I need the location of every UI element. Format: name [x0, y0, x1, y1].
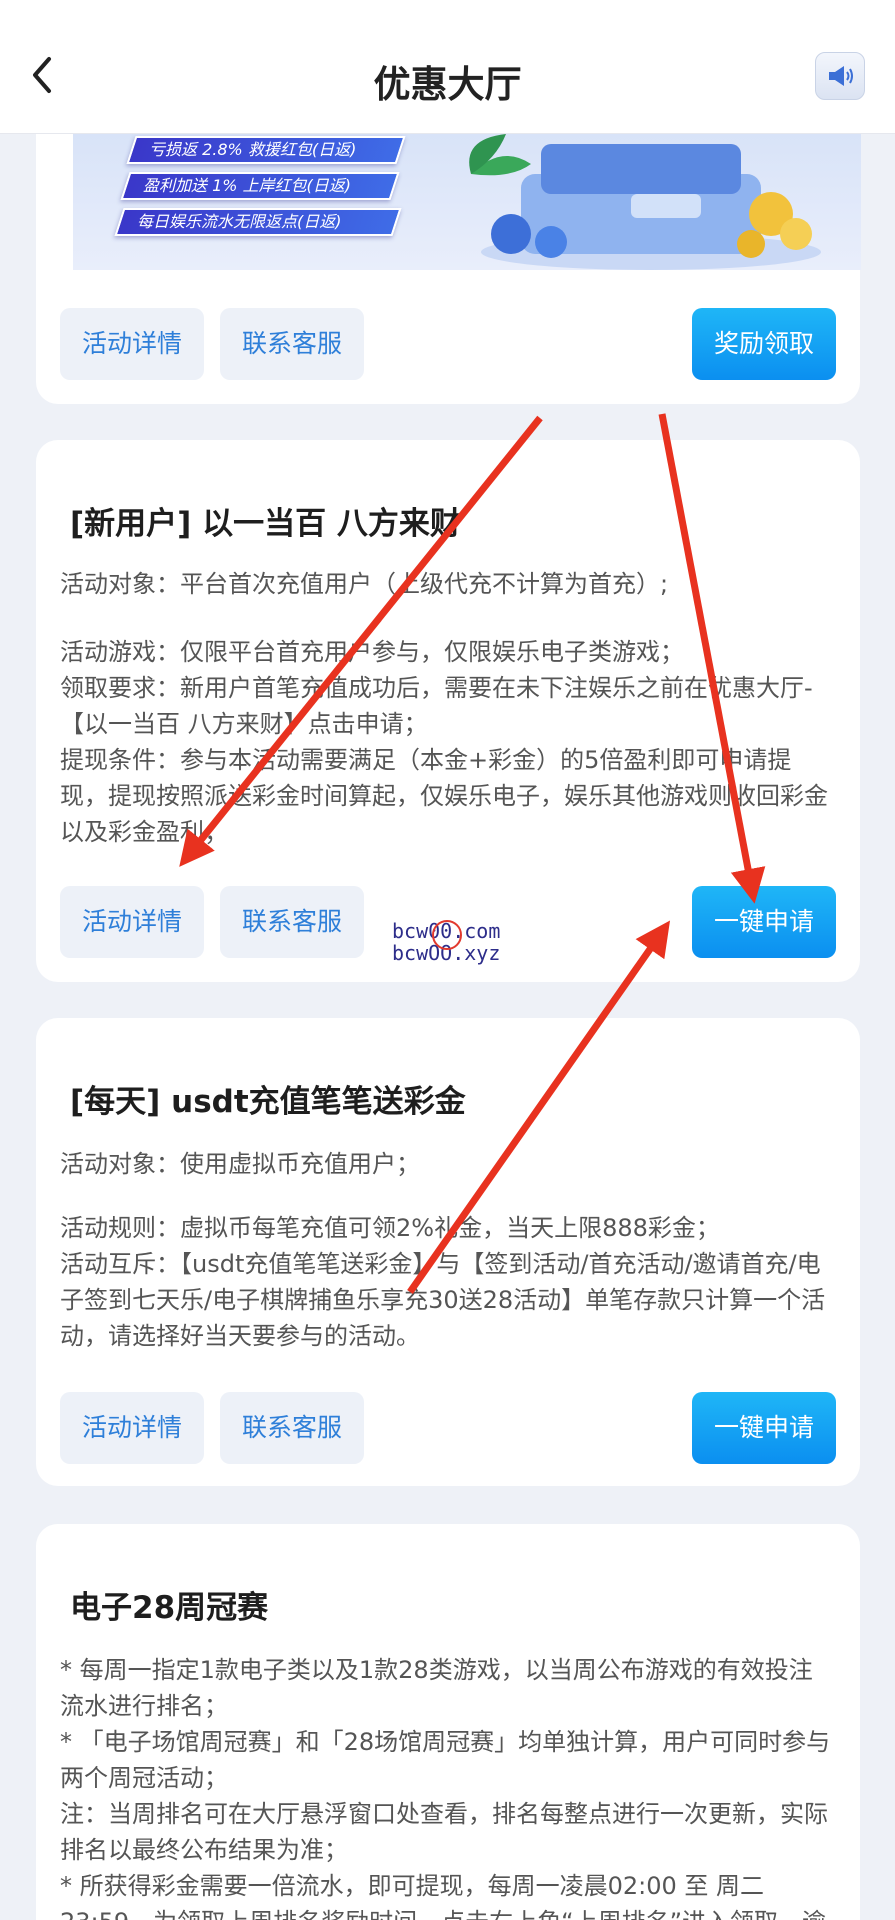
page-title: 优惠大厅: [373, 63, 522, 106]
megaphone-icon: [829, 66, 853, 86]
top-nav-bar: 优惠大厅: [0, 0, 895, 134]
banner-ribbon: 盈利加送 1% 上岸红包(日返): [120, 172, 400, 200]
card-title: [每天] usdt充值笔笔送彩金: [70, 1084, 466, 1120]
activity-details-button[interactable]: 活动详情: [60, 886, 205, 958]
watermark-logo: [432, 920, 462, 950]
card-actions: 活动详情 联系客服 一键申请: [60, 1392, 836, 1464]
card-title: 电子28周冠赛: [70, 1590, 269, 1626]
activity-rules: 活动规则：虚拟币每笔充值可领2%礼金，当天上限888彩金； 活动互斥：【usdt…: [60, 1214, 826, 1350]
card-title: [新用户] 以一当百 八方来财: [70, 506, 461, 542]
activity-rules: 活动游戏：仅限平台首充用户参与，仅限娱乐电子类游戏； 领取要求：新用户首笔充值成…: [60, 638, 828, 846]
banner-ribbon: 亏损返 2.8% 救援红包(日返): [126, 136, 406, 164]
card-actions: 活动详情 联系客服 奖励领取: [60, 308, 836, 380]
announcement-button[interactable]: [815, 52, 865, 100]
watermark: bcw00.com bcwOO.xyz: [392, 919, 501, 965]
activity-rules: * 每周一指定1款电子类以及1款28类游戏，以当周公布游戏的有效投注流水进行排名…: [60, 1656, 831, 1920]
promo-card-usdt: [每天] usdt充值笔笔送彩金 活动对象：使用虚拟币充值用户； 活动规则：虚拟…: [36, 1018, 860, 1486]
activity-details-button[interactable]: 活动详情: [60, 1392, 205, 1464]
banner-ribbon: 每日娱乐流水无限返点(日返): [114, 208, 402, 236]
contact-service-button[interactable]: 联系客服: [220, 886, 365, 958]
apply-button[interactable]: 一键申请: [692, 886, 836, 958]
promo-card-new-user: [新用户] 以一当百 八方来财 活动对象：平台首次充值用户（上级代充不计算为首充…: [36, 440, 860, 982]
activity-details-button[interactable]: 活动详情: [60, 308, 205, 380]
casino-illustration: [469, 134, 821, 270]
activity-target: 活动对象：平台首次充值用户（上级代充不计算为首充）;: [60, 570, 669, 598]
promo-banner-image: 亏损返 2.8% 救援红包(日返) 盈利加送 1% 上岸红包(日返) 每日娱乐流…: [73, 134, 861, 270]
promo-card-weekly-championship: 电子28周冠赛 * 每周一指定1款电子类以及1款28类游戏，以当周公布游戏的有效…: [36, 1524, 860, 1920]
apply-button[interactable]: 一键申请: [692, 1392, 836, 1464]
contact-service-button[interactable]: 联系客服: [220, 1392, 365, 1464]
claim-reward-button[interactable]: 奖励领取: [692, 308, 836, 380]
activity-target: 活动对象：使用虚拟币充值用户；: [60, 1150, 420, 1178]
contact-service-button[interactable]: 联系客服: [220, 308, 365, 380]
